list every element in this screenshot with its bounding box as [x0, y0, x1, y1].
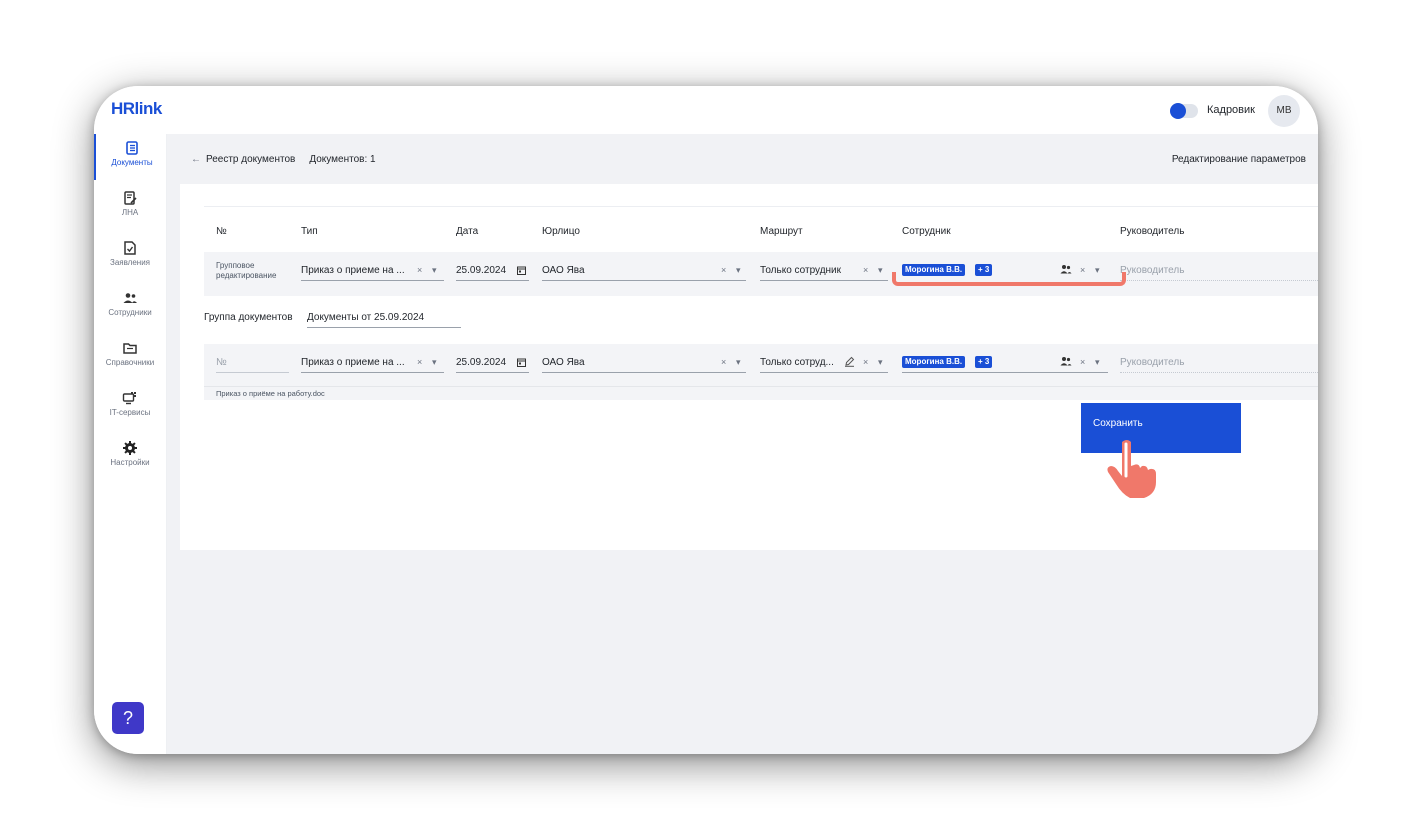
employees-icon[interactable]: [1060, 356, 1072, 366]
column-header-entity: Юрлицо: [542, 226, 580, 237]
sidebar-item-label: Документы: [111, 158, 153, 167]
hrlink-logo[interactable]: HRlink: [111, 99, 162, 119]
sidebar-item-it-services[interactable]: IT-сервисы: [94, 384, 166, 430]
employee-extra-chip[interactable]: + 3: [975, 356, 993, 368]
group-edit-label-line1: Групповое: [216, 261, 255, 270]
folder-icon: [123, 343, 137, 354]
role-label: Кадровик: [1207, 104, 1255, 116]
toggle-knob: [1170, 103, 1186, 119]
column-header-employee: Сотрудник: [902, 226, 951, 237]
employee-underline: [902, 372, 1108, 373]
employee-highlight-annotation: [892, 272, 1126, 286]
gear-icon: [123, 441, 137, 455]
sidebar-item-label: Сотрудники: [108, 308, 152, 317]
applications-icon: [124, 241, 136, 255]
doc-group-input[interactable]: Документы от 25.09.2024: [307, 312, 424, 323]
avatar[interactable]: МВ: [1268, 95, 1300, 127]
sidebar-item-label: Заявления: [109, 258, 150, 267]
page-title: Редактирование параметров: [1171, 154, 1306, 165]
clear-icon[interactable]: ×: [721, 265, 726, 275]
doc-type-select[interactable]: Приказ о приеме на ...: [301, 357, 405, 368]
doc-entity-select[interactable]: ОАО Ява: [542, 357, 585, 368]
manager-field[interactable]: Руководитель: [1120, 357, 1184, 368]
calendar-icon[interactable]: [517, 358, 526, 367]
sidebar-item-label: Настройки: [110, 458, 150, 467]
sidebar-item-settings[interactable]: Настройки: [94, 434, 166, 480]
entity-underline: [542, 280, 746, 281]
sidebar-item-applications[interactable]: Заявления: [94, 234, 166, 280]
manager-underline: [1120, 372, 1318, 373]
attached-file-link[interactable]: Приказ о приёме на работу.doc: [216, 389, 325, 398]
column-header-number: №: [216, 226, 227, 237]
group-type-select[interactable]: Приказ о приеме на ...: [301, 265, 405, 276]
type-underline: [301, 372, 444, 373]
back-link[interactable]: Реестр документов: [206, 154, 295, 165]
sidebar-item-lna[interactable]: ЛНА: [94, 184, 166, 230]
type-underline: [301, 280, 444, 281]
column-header-date: Дата: [456, 226, 479, 237]
manager-underline: [1120, 280, 1318, 281]
divider: [204, 206, 1318, 207]
chevron-down-icon[interactable]: ▾: [432, 357, 437, 368]
column-header-type: Тип: [301, 226, 318, 237]
documents-icon: [126, 141, 138, 155]
clear-icon[interactable]: ×: [721, 357, 726, 367]
chevron-down-icon[interactable]: ▾: [878, 357, 883, 368]
chevron-down-icon[interactable]: ▾: [878, 265, 883, 276]
sidebar-item-directories[interactable]: Справочники: [94, 334, 166, 380]
chevron-down-icon[interactable]: ▾: [1095, 357, 1100, 368]
column-header-manager: Руководитель: [1120, 226, 1185, 237]
calendar-icon[interactable]: [517, 266, 526, 275]
back-arrow-icon[interactable]: ←: [191, 154, 201, 165]
clear-icon[interactable]: ×: [863, 265, 868, 275]
clear-icon[interactable]: ×: [1080, 357, 1085, 367]
clear-icon[interactable]: ×: [417, 357, 422, 367]
clear-icon[interactable]: ×: [863, 357, 868, 367]
route-underline: [760, 372, 888, 373]
employee-chip[interactable]: Морогина В.В.: [902, 356, 966, 368]
route-underline: [760, 280, 888, 281]
employees-icon: [123, 293, 137, 303]
pencil-icon[interactable]: [844, 356, 855, 367]
group-edit-label: Групповое редактирование: [216, 261, 276, 281]
sidebar-item-label: ЛНА: [121, 208, 139, 217]
doc-number-input[interactable]: №: [216, 357, 227, 368]
chevron-down-icon[interactable]: ▾: [736, 357, 741, 368]
chevron-down-icon[interactable]: ▾: [432, 265, 437, 276]
sidebar-item-employees[interactable]: Сотрудники: [94, 284, 166, 330]
chevron-down-icon[interactable]: ▾: [736, 265, 741, 276]
column-header-route: Маршрут: [760, 226, 803, 237]
sidebar-item-label: IT-сервисы: [109, 408, 151, 417]
top-bar: HRlink Кадровик МВ: [94, 86, 1318, 134]
role-toggle[interactable]: [1170, 103, 1198, 119]
pointer-hand-icon: [1107, 440, 1156, 498]
entity-underline: [542, 372, 746, 373]
sidebar: Документы ЛНА Заявления Сотрудники Справ…: [94, 134, 167, 754]
number-underline: [216, 372, 289, 373]
group-entity-select[interactable]: ОАО Ява: [542, 265, 585, 276]
doc-group-label: Группа документов: [204, 312, 293, 323]
app-window: HRlink Кадровик МВ Документы ЛНА Заявлен…: [94, 86, 1318, 754]
group-date-field[interactable]: 25.09.2024: [456, 265, 506, 276]
doc-route-select[interactable]: Только сотруд...: [760, 357, 834, 368]
lna-icon: [124, 191, 137, 205]
date-underline: [456, 280, 529, 281]
sidebar-item-documents[interactable]: Документы: [94, 134, 168, 180]
documents-count: Документов: 1: [309, 154, 376, 165]
doc-date-field[interactable]: 25.09.2024: [456, 357, 506, 368]
doc-group-underline: [307, 327, 461, 328]
sidebar-item-label: Справочники: [105, 358, 155, 367]
date-underline: [456, 372, 529, 373]
row-separator: [204, 386, 1318, 387]
breadcrumb: ← Реестр документов Документов: 1: [191, 154, 390, 165]
manager-field[interactable]: Руководитель: [1120, 265, 1184, 276]
group-edit-label-line2: редактирование: [216, 271, 277, 280]
it-services-icon: [122, 392, 136, 405]
help-button[interactable]: ?: [112, 702, 144, 734]
clear-icon[interactable]: ×: [417, 265, 422, 275]
group-route-select[interactable]: Только сотрудник: [760, 265, 841, 276]
